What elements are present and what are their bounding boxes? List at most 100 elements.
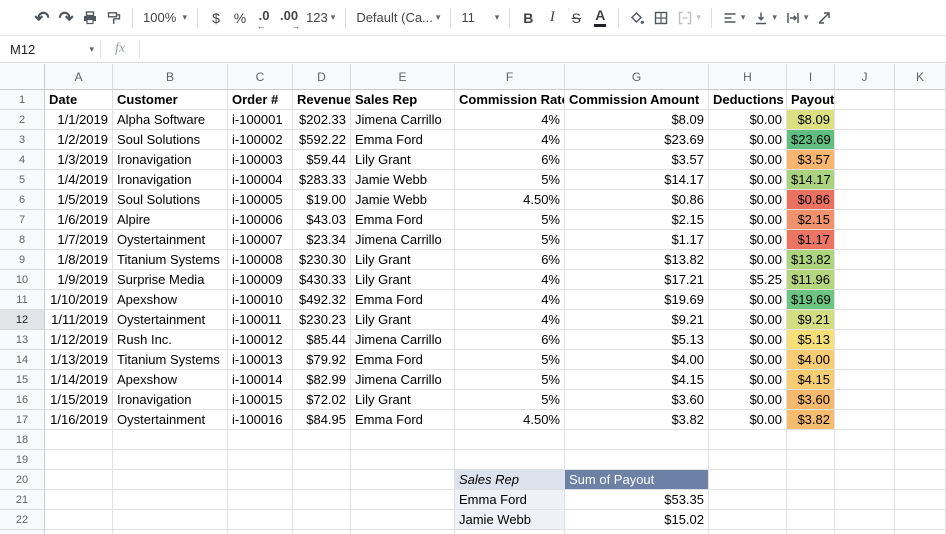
cell-E10[interactable]: Lily Grant [351,270,455,290]
cell-H8[interactable]: $0.00 [709,230,787,250]
cell-H17[interactable]: $0.00 [709,410,787,430]
cell-E23[interactable] [351,530,455,534]
cell-H18[interactable] [709,430,787,450]
cell-A7[interactable]: 1/6/2019 [45,210,113,230]
cell-D6[interactable]: $19.00 [293,190,351,210]
cell-B15[interactable]: Apexshow [113,370,228,390]
cell-H11[interactable]: $0.00 [709,290,787,310]
cell-H5[interactable]: $0.00 [709,170,787,190]
cell-G1[interactable]: Commission Amount [565,90,709,110]
cell-J14[interactable] [835,350,895,370]
cell-H23[interactable] [709,530,787,534]
increase-decimal-button[interactable]: .00→ [276,5,302,31]
cell-B4[interactable]: Ironavigation [113,150,228,170]
name-box[interactable]: M12 ▾ [0,36,100,62]
cell-C22[interactable] [228,510,293,530]
cell-K18[interactable] [895,430,946,450]
format-percent-button[interactable]: % [228,5,252,31]
cell-B6[interactable]: Soul Solutions [113,190,228,210]
cell-F19[interactable] [455,450,565,470]
cell-E14[interactable]: Emma Ford [351,350,455,370]
row-header-16[interactable]: 16 [0,390,45,410]
cell-I9[interactable]: $13.82 [787,250,835,270]
cell-A15[interactable]: 1/14/2019 [45,370,113,390]
cell-F14[interactable]: 5% [455,350,565,370]
redo-button[interactable]: ↷ [54,5,78,31]
cell-A9[interactable]: 1/8/2019 [45,250,113,270]
cell-D8[interactable]: $23.34 [293,230,351,250]
cell-H2[interactable]: $0.00 [709,110,787,130]
cell-A4[interactable]: 1/3/2019 [45,150,113,170]
italic-button[interactable]: I [540,5,564,31]
cell-F8[interactable]: 5% [455,230,565,250]
row-header-10[interactable]: 10 [0,270,45,290]
cell-F21[interactable]: Emma Ford [455,490,565,510]
cell-G9[interactable]: $13.82 [565,250,709,270]
cell-H15[interactable]: $0.00 [709,370,787,390]
formula-input[interactable] [140,36,946,62]
cell-K2[interactable] [895,110,946,130]
cell-G6[interactable]: $0.86 [565,190,709,210]
column-header-A[interactable]: A [45,64,113,90]
cell-E2[interactable]: Jimena Carrillo [351,110,455,130]
cell-I16[interactable]: $3.60 [787,390,835,410]
cell-B20[interactable] [113,470,228,490]
cell-E19[interactable] [351,450,455,470]
paint-format-button[interactable] [102,5,126,31]
cell-E9[interactable]: Lily Grant [351,250,455,270]
cell-C15[interactable]: i-100014 [228,370,293,390]
cell-G5[interactable]: $14.17 [565,170,709,190]
cell-B11[interactable]: Apexshow [113,290,228,310]
cell-I17[interactable]: $3.82 [787,410,835,430]
cell-I18[interactable] [787,430,835,450]
cell-G7[interactable]: $2.15 [565,210,709,230]
cell-E20[interactable] [351,470,455,490]
cell-A23[interactable] [45,530,113,534]
horizontal-align-button[interactable]: ▾ [718,5,750,31]
column-header-F[interactable]: F [455,64,565,90]
cell-F3[interactable]: 4% [455,130,565,150]
cell-I6[interactable]: $0.86 [787,190,835,210]
cell-J4[interactable] [835,150,895,170]
cell-J9[interactable] [835,250,895,270]
cell-J7[interactable] [835,210,895,230]
cell-B2[interactable]: Alpha Software [113,110,228,130]
cell-B17[interactable]: Oystertainment [113,410,228,430]
column-header-J[interactable]: J [835,64,895,90]
cell-K3[interactable] [895,130,946,150]
cell-C20[interactable] [228,470,293,490]
cell-F9[interactable]: 6% [455,250,565,270]
cell-I1[interactable]: Payout [787,90,835,110]
cell-D2[interactable]: $202.33 [293,110,351,130]
cell-I2[interactable]: $8.09 [787,110,835,130]
cell-B21[interactable] [113,490,228,510]
cell-E21[interactable] [351,490,455,510]
cell-J19[interactable] [835,450,895,470]
cell-D23[interactable] [293,530,351,534]
column-header-E[interactable]: E [351,64,455,90]
cell-F2[interactable]: 4% [455,110,565,130]
cell-B10[interactable]: Surprise Media [113,270,228,290]
cell-E4[interactable]: Lily Grant [351,150,455,170]
cell-C23[interactable] [228,530,293,534]
cell-K22[interactable] [895,510,946,530]
cell-J8[interactable] [835,230,895,250]
cell-E5[interactable]: Jamie Webb [351,170,455,190]
cell-G15[interactable]: $4.15 [565,370,709,390]
cell-K20[interactable] [895,470,946,490]
cell-K16[interactable] [895,390,946,410]
cell-E12[interactable]: Lily Grant [351,310,455,330]
cell-D11[interactable]: $492.32 [293,290,351,310]
cell-K21[interactable] [895,490,946,510]
cell-D18[interactable] [293,430,351,450]
column-header-C[interactable]: C [228,64,293,90]
row-header-6[interactable]: 6 [0,190,45,210]
cell-D3[interactable]: $592.22 [293,130,351,150]
cell-C2[interactable]: i-100001 [228,110,293,130]
vertical-align-button[interactable]: ▾ [749,5,781,31]
cell-J1[interactable] [835,90,895,110]
row-header-14[interactable]: 14 [0,350,45,370]
cell-H7[interactable]: $0.00 [709,210,787,230]
cell-E11[interactable]: Emma Ford [351,290,455,310]
cell-I22[interactable] [787,510,835,530]
